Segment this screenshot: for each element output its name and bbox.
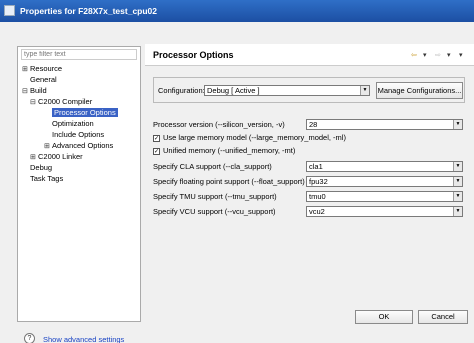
tree-item-label: General [30, 75, 57, 84]
tmu-support-value: tmu0 [309, 192, 326, 201]
chevron-down-icon[interactable]: ▾ [447, 51, 451, 59]
tree-item-label: Build [30, 86, 47, 95]
vcu-support-label: Specify VCU support (--vcu_support) [153, 207, 276, 216]
ok-button[interactable]: OK [355, 310, 413, 324]
tree-item-label: Advanced Options [52, 141, 114, 150]
processor-version-value: 28 [309, 120, 318, 129]
cla-support-select[interactable]: cla1 ▼ [306, 161, 463, 172]
checkbox-checked-icon[interactable]: ✓ [153, 134, 160, 142]
back-arrow-icon[interactable]: ⇦ [411, 51, 417, 59]
tree-item-label: C2000 Compiler [38, 97, 93, 106]
show-advanced-settings-link[interactable]: Show advanced settings [43, 335, 124, 343]
expand-icon[interactable]: ⊞ [22, 64, 30, 75]
tree-item-task-tags[interactable]: Task Tags [30, 173, 63, 184]
tree-item-debug[interactable]: Debug [30, 162, 52, 173]
cla-support-label: Specify CLA support (--cla_support) [153, 162, 272, 171]
checkbox-checked-icon[interactable]: ✓ [153, 147, 160, 155]
tree-item-label: Processor Options [52, 108, 118, 117]
float-support-label: Specify floating point support (--float_… [153, 177, 305, 186]
tree-item-c2000-linker[interactable]: ⊞ C2000 Linker [30, 151, 83, 162]
app-icon [4, 5, 15, 16]
page-title: Processor Options [153, 50, 234, 60]
processor-version-select[interactable]: 28 ▼ [306, 119, 463, 130]
configuration-value: Debug [ Active ] [207, 86, 260, 95]
unified-memory-option[interactable]: ✓ Unified memory (--unified_memory, -mt) [153, 146, 295, 155]
processor-version-label: Processor version (--silicon_version, -v… [153, 120, 285, 129]
dropdown-arrow-icon[interactable]: ▼ [453, 162, 462, 171]
category-tree-panel: ⊞Resource General ⊟Build ⊟C2000 Compiler… [17, 46, 141, 322]
dialog-body: ⊞Resource General ⊟Build ⊟C2000 Compiler… [0, 22, 474, 343]
vcu-support-value: vcu2 [309, 207, 325, 216]
cla-support-value: cla1 [309, 162, 323, 171]
large-memory-label: Use large memory model (--large_memory_m… [163, 133, 346, 142]
tree-item-resource[interactable]: ⊞ Resource [22, 63, 62, 74]
menu-icon[interactable]: ▾ [459, 51, 463, 59]
dropdown-arrow-icon[interactable]: ▼ [453, 120, 462, 129]
help-icon[interactable]: ? [24, 333, 35, 343]
tree-item-general[interactable]: General [30, 74, 57, 85]
tmu-support-label: Specify TMU support (--tmu_support) [153, 192, 277, 201]
tree-item-label: Resource [30, 64, 63, 73]
tree-item-build[interactable]: ⊟ Build [22, 85, 47, 96]
collapse-icon[interactable]: ⊟ [22, 86, 30, 97]
configuration-group: Configuration: Debug [ Active ] ▼ Manage… [153, 77, 465, 103]
dropdown-arrow-icon[interactable]: ▼ [453, 177, 462, 186]
chevron-down-icon[interactable]: ▾ [423, 51, 427, 59]
tmu-support-select[interactable]: tmu0 ▼ [306, 191, 463, 202]
unified-memory-label: Unified memory (--unified_memory, -mt) [163, 146, 296, 155]
collapse-icon[interactable]: ⊟ [30, 97, 38, 108]
tree-item-optimization[interactable]: Optimization [52, 118, 94, 129]
title-bar: Properties for F28X7x_test_cpu02 [0, 0, 474, 22]
page-header: Processor Options ⇦ ▾ ⇨ ▾ ▾ [145, 44, 474, 66]
dropdown-arrow-icon[interactable]: ▼ [453, 192, 462, 201]
tree-item-processor-options[interactable]: Processor Options [52, 107, 118, 118]
tree-item-advanced-options[interactable]: ⊞ Advanced Options [44, 140, 113, 151]
tree-item-label: Include Options [52, 130, 105, 139]
tree-item-c2000-compiler[interactable]: ⊟ C2000 Compiler [30, 96, 92, 107]
vcu-support-select[interactable]: vcu2 ▼ [306, 206, 463, 217]
cancel-button[interactable]: Cancel [418, 310, 468, 324]
tree-item-include-options[interactable]: Include Options [52, 129, 104, 140]
float-support-select[interactable]: fpu32 ▼ [306, 176, 463, 187]
configuration-label: Configuration: [158, 86, 205, 95]
configuration-select[interactable]: Debug [ Active ] ▼ [204, 85, 370, 96]
forward-arrow-icon[interactable]: ⇨ [435, 51, 441, 59]
tree-item-label: Task Tags [30, 174, 64, 183]
float-support-value: fpu32 [309, 177, 328, 186]
window-title: Properties for F28X7x_test_cpu02 [20, 6, 158, 16]
properties-page: Processor Options ⇦ ▾ ⇨ ▾ ▾ Configuratio… [145, 44, 474, 322]
dropdown-arrow-icon[interactable]: ▼ [360, 86, 369, 95]
tree-item-label: C2000 Linker [38, 152, 83, 161]
tree-item-label: Optimization [52, 119, 94, 128]
large-memory-option[interactable]: ✓ Use large memory model (--large_memory_… [153, 133, 346, 142]
filter-input[interactable] [21, 49, 137, 60]
tree-item-label: Debug [30, 163, 53, 172]
manage-configurations-button[interactable]: Manage Configurations... [376, 82, 463, 99]
dropdown-arrow-icon[interactable]: ▼ [453, 207, 462, 216]
